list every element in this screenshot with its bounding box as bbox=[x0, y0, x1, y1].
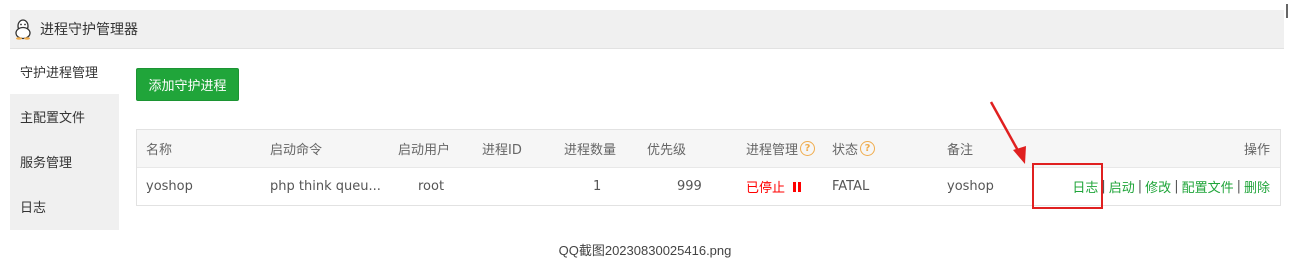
annotation-arrow-icon bbox=[989, 101, 1026, 164]
table-header: 名称 启动命令 启动用户 进程ID 进程数量 优先级 进程管理 ? 状态 ? 备… bbox=[137, 130, 1280, 168]
image-caption: QQ截图20230830025416.png bbox=[558, 243, 732, 258]
help-icon[interactable]: ? bbox=[800, 141, 816, 156]
config-file-link[interactable]: 配置文件 bbox=[1182, 177, 1234, 196]
process-table: 名称 启动命令 启动用户 进程ID 进程数量 优先级 进程管理 ? 状态 ? 备… bbox=[136, 129, 1281, 206]
separator: | bbox=[1236, 179, 1241, 194]
cell-name: yoshop bbox=[146, 179, 193, 194]
pause-icon[interactable] bbox=[793, 181, 802, 192]
window-titlebar: 进程守护管理器 bbox=[10, 10, 1284, 49]
annotation-highlight-box bbox=[1032, 163, 1103, 209]
start-link[interactable]: 启动 bbox=[1109, 177, 1135, 196]
delete-link[interactable]: 删除 bbox=[1244, 177, 1270, 196]
header-remark: 备注 bbox=[947, 143, 974, 158]
penguin-icon bbox=[12, 17, 34, 41]
edit-link[interactable]: 修改 bbox=[1145, 177, 1171, 196]
cell-user: root bbox=[418, 179, 445, 194]
sidebar-item-main-config[interactable]: 主配置文件 bbox=[10, 94, 119, 139]
header-status: 状态 ? bbox=[832, 130, 876, 167]
sidebar-item-service-manage[interactable]: 服务管理 bbox=[10, 139, 119, 184]
header-ops: 操作 bbox=[1243, 143, 1270, 158]
header-manage-label: 进程管理 bbox=[746, 143, 799, 158]
window-title: 进程守护管理器 bbox=[40, 22, 138, 38]
cell-priority: 999 bbox=[677, 179, 702, 194]
header-status-label: 状态 bbox=[832, 143, 859, 158]
cell-count: 1 bbox=[593, 179, 602, 194]
sidebar-item-label: 主配置文件 bbox=[20, 111, 86, 126]
header-pid: 进程ID bbox=[482, 143, 522, 158]
separator: | bbox=[1174, 179, 1179, 194]
help-icon[interactable]: ? bbox=[860, 141, 876, 156]
status-stopped: 已停止 bbox=[746, 181, 786, 196]
sidebar-item-label: 守护进程管理 bbox=[20, 66, 99, 81]
header-priority: 优先级 bbox=[647, 143, 687, 158]
cell-remark: yoshop bbox=[947, 179, 994, 194]
header-count: 进程数量 bbox=[564, 143, 617, 158]
scroll-indicator bbox=[1286, 4, 1288, 18]
header-command: 启动命令 bbox=[270, 143, 323, 158]
cell-manage: 已停止 bbox=[746, 168, 802, 205]
add-daemon-button[interactable]: 添加守护进程 bbox=[136, 68, 239, 101]
table-row: yoshop php think queu... root 1 999 已停止 … bbox=[137, 168, 1280, 205]
header-user: 启动用户 bbox=[398, 143, 451, 158]
cell-command: php think queu... bbox=[270, 179, 381, 194]
header-manage: 进程管理 ? bbox=[746, 130, 816, 167]
sidebar-item-label: 日志 bbox=[20, 201, 47, 216]
separator: | bbox=[1137, 179, 1143, 194]
sidebar-item-log[interactable]: 日志 bbox=[10, 184, 119, 229]
cell-status: FATAL bbox=[832, 179, 870, 194]
sidebar-item-label: 服务管理 bbox=[20, 156, 73, 171]
sidebar: 守护进程管理 主配置文件 服务管理 日志 bbox=[10, 49, 119, 230]
sidebar-item-daemon-manage[interactable]: 守护进程管理 bbox=[10, 49, 119, 94]
header-name: 名称 bbox=[146, 143, 173, 158]
